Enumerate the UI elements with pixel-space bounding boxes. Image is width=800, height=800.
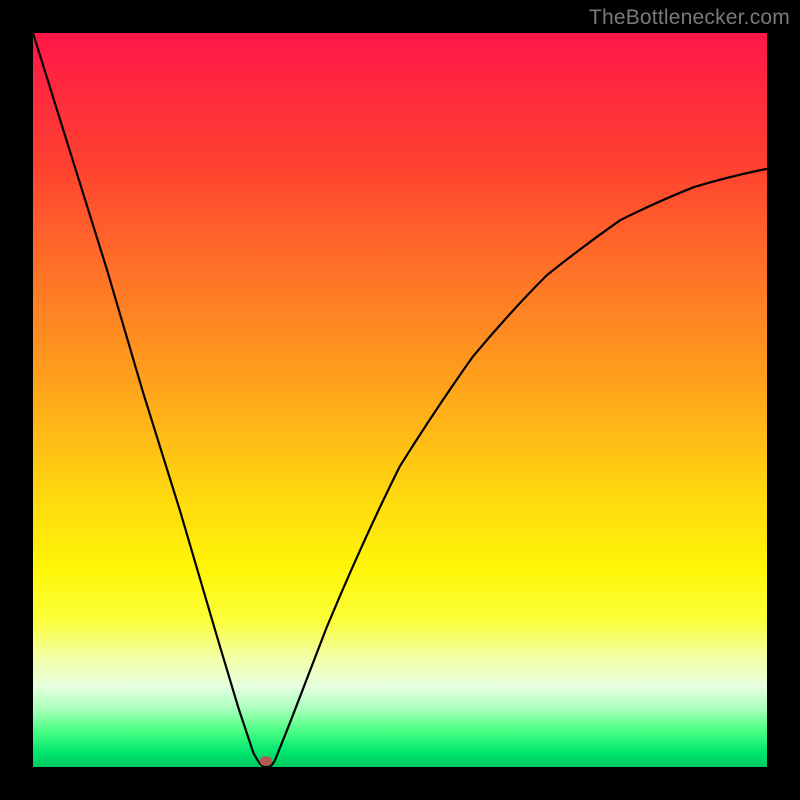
curve-layer (33, 33, 767, 767)
bottleneck-curve (33, 33, 767, 767)
watermark-text: TheBottlenecker.com (589, 6, 790, 30)
chart-canvas: TheBottlenecker.com (0, 0, 800, 800)
plot-area (32, 32, 768, 768)
optimal-point-marker (260, 757, 272, 766)
